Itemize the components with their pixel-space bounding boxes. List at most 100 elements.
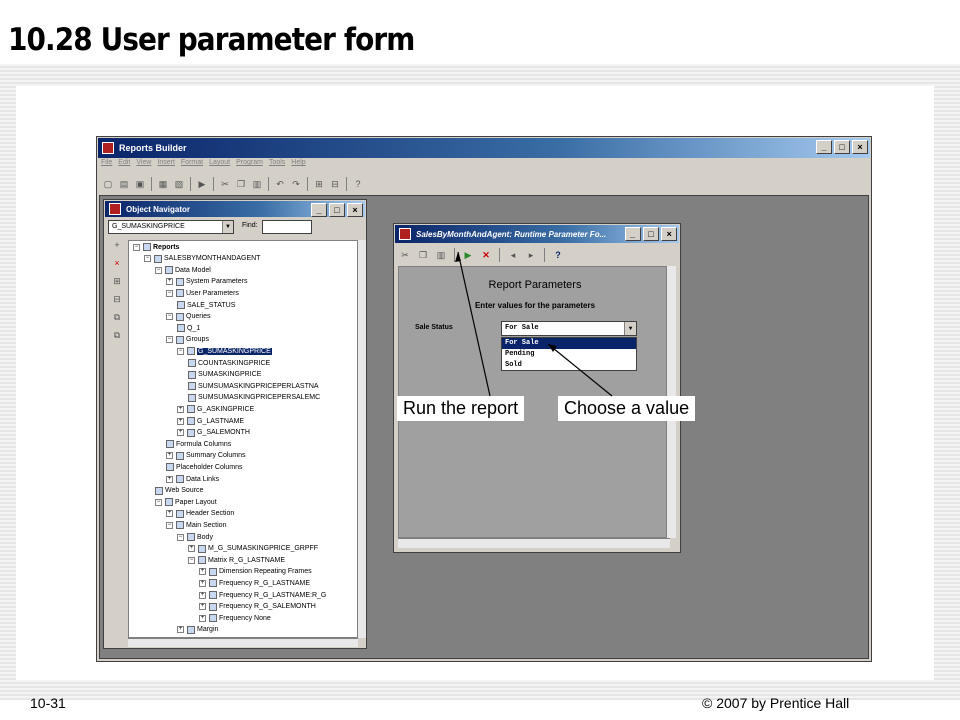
expand-icon[interactable]: + [177, 626, 184, 634]
navigator-hscroll[interactable] [128, 638, 358, 647]
collapse-icon[interactable]: − [155, 266, 162, 274]
tree-node[interactable]: − Groups [166, 335, 209, 344]
minimize-button[interactable]: _ [816, 140, 832, 154]
tree-node[interactable]: − G_SUMASKINGPRICE [177, 347, 272, 356]
create-icon[interactable]: + [108, 240, 126, 258]
delete-icon[interactable]: × [108, 258, 126, 276]
tree-node[interactable]: + G_SALEMONTH [177, 428, 250, 437]
expand-node-icon[interactable]: ⊞ [108, 276, 126, 294]
expand-icon[interactable]: + [199, 568, 206, 576]
navigator-combo[interactable]: G_SUMASKINGPRICE ▼ [108, 220, 234, 234]
tree-node[interactable]: + Dimension Repeating Frames [199, 567, 312, 576]
tree-node[interactable]: + Summary Columns [166, 451, 246, 460]
cut-icon[interactable]: ✂ [398, 248, 412, 262]
copy-icon[interactable]: ❐ [416, 248, 430, 262]
option-pending[interactable]: Pending [502, 349, 636, 360]
tree-node[interactable]: SUMASKINGPRICE [188, 370, 261, 379]
tree-node[interactable]: − SALESBYMONTHANDAGENT [144, 254, 260, 263]
tree-node[interactable]: + M_G_SUMASKINGPRICE_GRPFF [188, 544, 318, 553]
run-icon[interactable]: ▶ [195, 177, 209, 191]
chevron-down-icon[interactable]: ▼ [624, 322, 636, 335]
expand-icon[interactable]: + [199, 603, 206, 611]
expand-icon[interactable]: + [177, 429, 184, 437]
menu-program[interactable]: Program [236, 159, 263, 173]
maximize-button[interactable]: □ [834, 140, 850, 154]
collapse-icon[interactable]: − [133, 243, 140, 251]
paste-icon[interactable]: ▥ [250, 177, 264, 191]
collapse-node-icon[interactable]: ⊟ [108, 294, 126, 312]
expand-icon[interactable]: + [177, 405, 184, 413]
tree-node[interactable]: + Frequency R_G_SALEMONTH [199, 602, 316, 611]
param-hscroll[interactable] [398, 538, 670, 548]
collapse-all-icon[interactable]: ⧉ [108, 330, 126, 348]
expand-icon[interactable]: + [166, 452, 173, 460]
tree-node[interactable]: − Matrix R_G_LASTNAME [188, 556, 285, 565]
tree-node[interactable]: Placeholder Columns [166, 463, 243, 472]
chevron-down-icon[interactable]: ▼ [222, 221, 233, 233]
print-preview-icon[interactable]: ▧ [172, 177, 186, 191]
open-icon[interactable]: ▤ [117, 177, 131, 191]
tree-node[interactable]: − User Parameters [166, 289, 239, 298]
tree-node[interactable]: − Main Section [166, 521, 226, 530]
collapse-icon[interactable]: − [166, 521, 173, 529]
menu-edit[interactable]: Edit [118, 159, 130, 173]
tree-node[interactable]: SALE_STATUS [177, 301, 235, 309]
tree-node[interactable]: Q_1 [177, 324, 200, 333]
tree-node[interactable]: + Frequency R_G_LASTNAME [199, 579, 310, 588]
cut-icon[interactable]: ✂ [218, 177, 232, 191]
collapse-icon[interactable]: − [177, 533, 184, 541]
tree-node[interactable]: − Paper Layout [155, 498, 217, 507]
tree-node[interactable]: + Frequency None [199, 614, 271, 623]
tree-node[interactable]: − Queries [166, 312, 211, 321]
param-titlebar[interactable]: SalesByMonthAndAgent: Runtime Parameter … [395, 225, 679, 243]
menu-format[interactable]: Format [181, 159, 203, 173]
tree-node[interactable]: + G_LASTNAME [177, 417, 244, 425]
param-minimize-button[interactable]: _ [625, 227, 641, 241]
collapse-icon[interactable]: − [166, 289, 173, 297]
menu-tools[interactable]: Tools [269, 159, 285, 173]
expand-icon[interactable]: + [188, 545, 195, 553]
menu-view[interactable]: View [136, 159, 151, 173]
collapse-icon[interactable]: − [166, 336, 173, 344]
next-page-icon[interactable]: ▸ [524, 248, 538, 262]
find-input[interactable] [262, 220, 312, 234]
print-icon[interactable]: ▦ [156, 177, 170, 191]
tree-node[interactable]: SUMSUMASKINGPRICEPERLASTNA [188, 382, 319, 391]
option-for-sale[interactable]: For Sale [502, 338, 636, 349]
paste-icon[interactable]: ▥ [434, 248, 448, 262]
menu-file[interactable]: File [101, 159, 112, 173]
collapse-icon[interactable]: − [144, 255, 151, 263]
copy-icon[interactable]: ❐ [234, 177, 248, 191]
tree-node[interactable]: + Header Section [166, 509, 234, 518]
nav-maximize-button[interactable]: □ [329, 203, 345, 217]
collapse-icon[interactable]: − [155, 498, 162, 506]
menu-help[interactable]: Help [291, 159, 305, 173]
tree-node[interactable]: + System Parameters [166, 277, 247, 286]
run-report-icon[interactable]: ▶ [461, 248, 475, 262]
expand-icon[interactable]: + [199, 614, 206, 622]
redo-icon[interactable]: ↷ [289, 177, 303, 191]
tree-node[interactable]: + Data Links [166, 475, 219, 483]
menu-insert[interactable]: Insert [157, 159, 175, 173]
tree-node[interactable]: − Reports [133, 243, 179, 251]
navigator-vscroll[interactable] [358, 240, 366, 638]
collapse-icon[interactable]: − [166, 313, 173, 321]
cancel-icon[interactable]: ✕ [479, 248, 493, 262]
expand-icon[interactable]: + [166, 278, 173, 286]
help-icon[interactable]: ? [551, 248, 565, 262]
tree-node[interactable]: COUNTASKINGPRICE [188, 359, 270, 367]
collapse-icon[interactable]: − [177, 347, 184, 355]
tree-node[interactable]: + G_ASKINGPRICE [177, 405, 254, 414]
expand-icon[interactable]: + [177, 417, 184, 425]
expand-icon[interactable]: + [166, 475, 173, 483]
collapse-icon[interactable]: − [188, 556, 195, 564]
expand-all-icon[interactable]: ⧉ [108, 312, 126, 330]
expand-icon[interactable]: ⊞ [312, 177, 326, 191]
param-close-button[interactable]: × [661, 227, 677, 241]
collapse-icon[interactable]: ⊟ [328, 177, 342, 191]
tree-node[interactable]: Web Source [155, 486, 203, 495]
expand-icon[interactable]: + [199, 591, 206, 599]
tree-node[interactable]: SUMSUMASKINGPRICEPERSALEMC [188, 393, 320, 402]
expand-icon[interactable]: + [199, 579, 206, 587]
app-titlebar[interactable]: Reports Builder _ □ × [98, 138, 870, 158]
